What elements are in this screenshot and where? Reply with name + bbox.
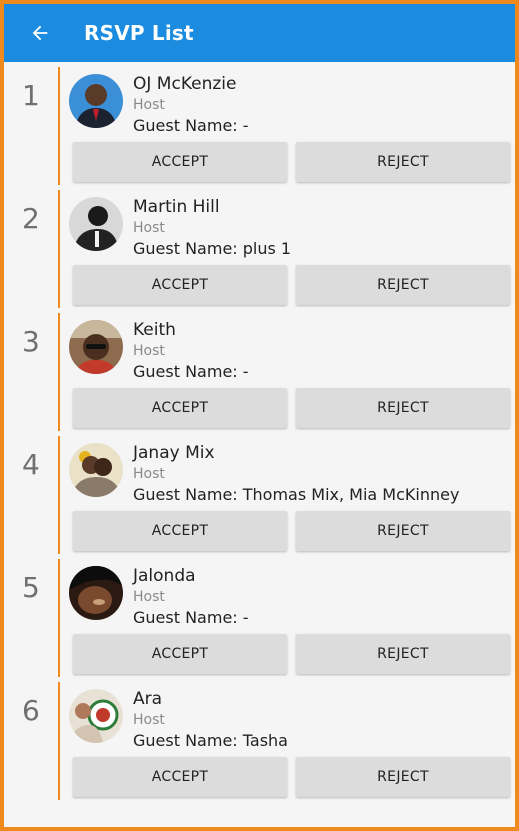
avatar <box>69 197 123 251</box>
guest-name: Guest Name: Tasha <box>133 731 288 750</box>
accept-button[interactable]: ACCEPT <box>73 265 287 305</box>
rsvp-role: Host <box>133 466 165 482</box>
rsvp-index: 2 <box>22 202 40 235</box>
guest-name: Guest Name: - <box>133 116 249 135</box>
rsvp-index: 4 <box>22 448 40 481</box>
back-button[interactable] <box>28 21 52 45</box>
rsvp-name: OJ McKenzie <box>133 74 237 94</box>
accept-button[interactable]: ACCEPT <box>73 757 287 797</box>
row-divider <box>58 190 60 308</box>
avatar <box>69 443 123 497</box>
rsvp-role: Host <box>133 97 165 113</box>
rsvp-role: Host <box>133 589 165 605</box>
rsvp-index: 6 <box>22 694 40 727</box>
list-item: 4 Janay Mix Host Guest Name: Thomas Mix,… <box>4 435 515 558</box>
rsvp-role: Host <box>133 343 165 359</box>
arrow-left-icon <box>32 25 48 41</box>
accept-button[interactable]: ACCEPT <box>73 511 287 551</box>
page-title: RSVP List <box>84 21 194 45</box>
list-item: 1 OJ McKenzie Host Guest Name: - ACCEPT … <box>4 66 515 189</box>
row-divider <box>58 313 60 431</box>
rsvp-index: 5 <box>22 571 40 604</box>
rsvp-index: 3 <box>22 325 40 358</box>
list-item: 5 Jalonda Host Guest Name: - ACCEPT REJE… <box>4 558 515 681</box>
list-item: 3 Keith Host Guest Name: - ACCEPT REJECT <box>4 312 515 435</box>
rsvp-name: Ara <box>133 689 163 709</box>
accept-button[interactable]: ACCEPT <box>73 388 287 428</box>
reject-button[interactable]: REJECT <box>296 757 510 797</box>
accept-button[interactable]: ACCEPT <box>73 142 287 182</box>
list-item: 6 Ara Host Guest Name: Tasha ACCEPT REJE… <box>4 681 515 804</box>
avatar <box>69 74 123 128</box>
avatar <box>69 320 123 374</box>
row-divider <box>58 436 60 554</box>
guest-name: Guest Name: Thomas Mix, Mia McKinney <box>133 485 460 504</box>
app-frame: RSVP List 1 OJ McKenzie Host Guest Name:… <box>0 0 519 831</box>
rsvp-name: Janay Mix <box>133 443 215 463</box>
rsvp-role: Host <box>133 712 165 728</box>
reject-button[interactable]: REJECT <box>296 142 510 182</box>
row-divider <box>58 559 60 677</box>
accept-button[interactable]: ACCEPT <box>73 634 287 674</box>
reject-button[interactable]: REJECT <box>296 511 510 551</box>
rsvp-name: Keith <box>133 320 176 340</box>
rsvp-name: Martin Hill <box>133 197 220 217</box>
rsvp-list: 1 OJ McKenzie Host Guest Name: - ACCEPT … <box>4 66 515 804</box>
rsvp-index: 1 <box>22 79 40 112</box>
rsvp-role: Host <box>133 220 165 236</box>
avatar <box>69 566 123 620</box>
row-divider <box>58 67 60 185</box>
guest-name: Guest Name: plus 1 <box>133 239 292 258</box>
row-divider <box>58 682 60 800</box>
rsvp-name: Jalonda <box>133 566 196 586</box>
reject-button[interactable]: REJECT <box>296 265 510 305</box>
reject-button[interactable]: REJECT <box>296 388 510 428</box>
reject-button[interactable]: REJECT <box>296 634 510 674</box>
avatar <box>69 689 123 743</box>
guest-name: Guest Name: - <box>133 608 249 627</box>
list-item: 2 Martin Hill Host Guest Name: plus 1 AC… <box>4 189 515 312</box>
guest-name: Guest Name: - <box>133 362 249 381</box>
app-bar: RSVP List <box>4 4 515 62</box>
